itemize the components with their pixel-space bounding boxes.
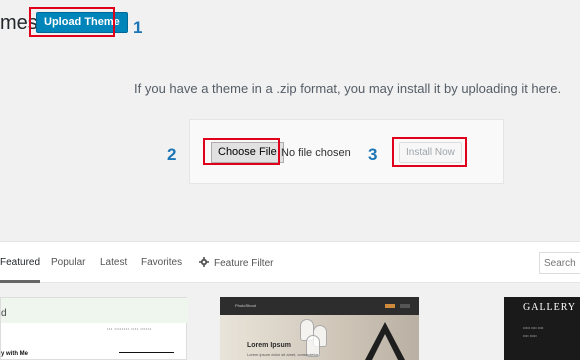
theme-preview-nav: ••• •••••••• •••• •••••• <box>107 326 152 331</box>
step-number-2: 2 <box>167 145 177 164</box>
theme-filter-bar: Featured Popular Latest Favorites Featur… <box>0 241 580 283</box>
theme-preview-hero-subtitle: Lorem ipsum dolor sit amet, consectetur. <box>247 352 320 357</box>
file-status-text: No file chosen <box>281 147 351 159</box>
feature-filter-label: Feature Filter <box>214 258 274 269</box>
theme-card-title: d <box>1 308 7 319</box>
tab-featured[interactable]: Featured <box>0 257 41 283</box>
callout-box-upload-theme <box>29 7 115 37</box>
theme-preview-subtitle: •••• ••••• <box>523 333 537 338</box>
tab-popular[interactable]: Popular <box>51 257 85 268</box>
tab-latest[interactable]: Latest <box>100 257 127 268</box>
theme-card-header <box>1 298 188 323</box>
feature-filter-link[interactable]: Feature Filter <box>199 257 273 269</box>
callout-box-choose-file <box>203 138 280 165</box>
search-themes-input[interactable] <box>539 252 580 274</box>
gear-icon <box>199 257 209 267</box>
theme-preview-divider <box>119 352 174 353</box>
theme-card[interactable]: PhotoShoot Lorem Ipsum Lorem ipsum dolor… <box>220 297 419 360</box>
theme-preview-logo: PhotoShoot <box>235 303 256 308</box>
theme-preview-nav-item <box>385 304 395 308</box>
theme-preview-heading: y with Me <box>1 351 29 357</box>
step-number-3: 3 <box>368 145 378 164</box>
theme-card[interactable]: GALLERY ••••• •••• •••• •••• ••••• <box>504 297 580 360</box>
step-number-1: 1 <box>133 18 143 37</box>
theme-preview-sculpture-icon <box>365 322 405 360</box>
theme-preview-logo: GALLERY <box>523 302 577 313</box>
theme-preview-subtitle: ••••• •••• •••• <box>523 325 544 330</box>
theme-preview-hero-title: Lorem Ipsum <box>247 342 291 349</box>
upload-help-text: If you have a theme in a .zip format, yo… <box>134 81 562 96</box>
theme-card[interactable]: d ••• •••••••• •••• •••••• y with Me <box>0 297 188 360</box>
theme-preview-nav-item <box>400 304 410 308</box>
tab-favorites[interactable]: Favorites <box>141 257 182 268</box>
callout-box-install-now <box>392 137 467 167</box>
